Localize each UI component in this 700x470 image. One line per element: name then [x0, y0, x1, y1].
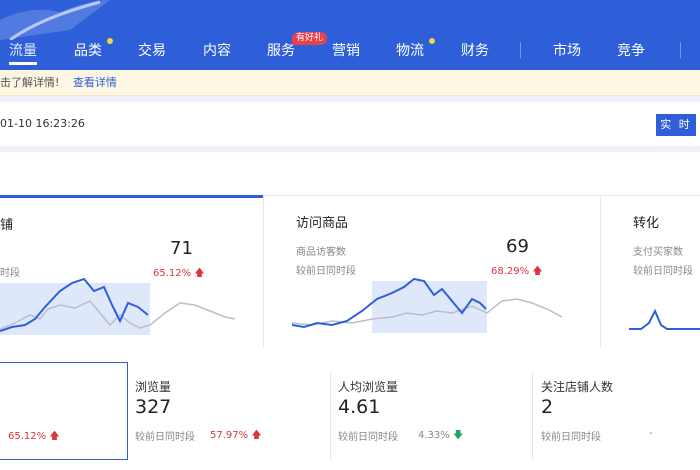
active-tab-indicator	[9, 62, 37, 65]
metric-change-percent: 65.12% 🡅	[8, 429, 60, 446]
metric-change-percent: 57.97% 🡅	[210, 428, 262, 445]
metric-divider	[532, 372, 533, 460]
tab-logistics[interactable]: 物流	[396, 40, 424, 60]
tab-market-label: 市场	[553, 43, 581, 59]
tab-competition[interactable]: 竞争	[617, 40, 645, 60]
metric-value: 4.61	[338, 396, 381, 418]
tab-finance[interactable]: 财务	[461, 40, 489, 60]
card-compare-label: 较前日同时段	[633, 266, 693, 277]
metric-tile-store-followers[interactable]: 关注店铺人数 2 较前日同时段 -	[541, 362, 700, 460]
metric-title: 浏览量	[135, 380, 172, 394]
metric-divider	[330, 372, 331, 460]
tab-marketing-label: 营销	[332, 43, 360, 59]
metric-title: 人均浏览量	[338, 380, 399, 394]
tab-finance-label: 财务	[461, 43, 489, 59]
metric-tile-pageviews[interactable]: 浏览量 327 较前日同时段 57.97% 🡅	[135, 362, 325, 460]
metric-change-value: -	[649, 428, 653, 439]
card-sparkline	[292, 277, 563, 333]
tab-service[interactable]: 服务	[267, 40, 295, 60]
metric-tile-avg-pageviews[interactable]: 人均浏览量 4.61 较前日同时段 4.33% 🡇	[338, 362, 528, 460]
tab-service-label: 服务	[267, 43, 295, 59]
gift-badge: 有好礼	[292, 32, 328, 45]
new-dot-indicator	[429, 38, 435, 44]
metric-tile-visitors[interactable]: 65.12% 🡅	[0, 362, 128, 460]
tab-traffic[interactable]: 流量	[9, 40, 37, 65]
tab-market[interactable]: 市场	[553, 40, 581, 60]
card-title: 访问商品	[296, 216, 349, 231]
tab-category[interactable]: 品类	[74, 40, 102, 60]
notice-text: 击了解详情!	[0, 76, 60, 89]
tab-content[interactable]: 内容	[203, 40, 231, 60]
metric-value: 327	[135, 396, 172, 418]
card-sparkline	[0, 277, 236, 335]
notice-details-link[interactable]: 查看详情	[73, 76, 117, 89]
realtime-button[interactable]: 实 时	[656, 114, 696, 136]
metric-compare-label: 较前日同时段	[135, 432, 195, 443]
tab-category-label: 品类	[74, 43, 102, 59]
metric-change-value: 4.33%	[418, 430, 450, 441]
new-dot-indicator	[107, 38, 113, 44]
metric-value: 2	[541, 396, 554, 418]
tab-marketing[interactable]: 营销	[332, 40, 360, 60]
arrow-up-icon: 🡅	[49, 431, 60, 442]
card-metric-label: 支付买家数	[633, 247, 683, 258]
metric-card-store-visitors[interactable]: 铺 时段 71 65.12% 🡅	[0, 195, 263, 347]
metric-compare-label: 较前日同时段	[338, 432, 398, 443]
card-sparkline	[629, 308, 700, 330]
card-title: 转化	[633, 216, 660, 231]
tab-traffic-label: 流量	[9, 43, 37, 59]
notice-bar: 击了解详情! 查看详情	[0, 70, 700, 96]
top-nav: 流量 品类 交易 内容 服务 有好礼 营销 物流 财务 市场 竞争	[0, 0, 700, 70]
metric-compare-label: 较前日同时段	[541, 432, 601, 443]
metric-title: 关注店铺人数	[541, 380, 614, 394]
nav-divider	[520, 42, 521, 58]
tab-logistics-label: 物流	[396, 43, 424, 59]
tab-content-label: 内容	[203, 43, 231, 59]
card-title: 铺	[0, 218, 14, 233]
metric-change-percent: 4.33% 🡇	[418, 428, 463, 445]
update-timestamp: 01-10 16:23:26	[0, 117, 85, 130]
metric-change-value: 57.97%	[210, 430, 249, 441]
arrow-up-icon: 🡅	[251, 430, 262, 441]
arrow-down-icon: 🡇	[452, 430, 464, 441]
nav-divider	[680, 42, 681, 58]
metric-card-conversion[interactable]: 转化 支付买家数 较前日同时段	[601, 195, 700, 347]
brand-decoration-art	[0, 0, 110, 40]
time-bar: 01-10 16:23:26 实 时	[0, 102, 700, 146]
tab-trade-label: 交易	[138, 43, 166, 59]
metric-card-product-visitors[interactable]: 访问商品 商品访客数 较前日同时段 69 68.29% 🡅	[264, 195, 600, 347]
metric-change-value: 65.12%	[8, 431, 47, 442]
tab-competition-label: 竞争	[617, 43, 645, 59]
tab-trade[interactable]: 交易	[138, 40, 166, 60]
